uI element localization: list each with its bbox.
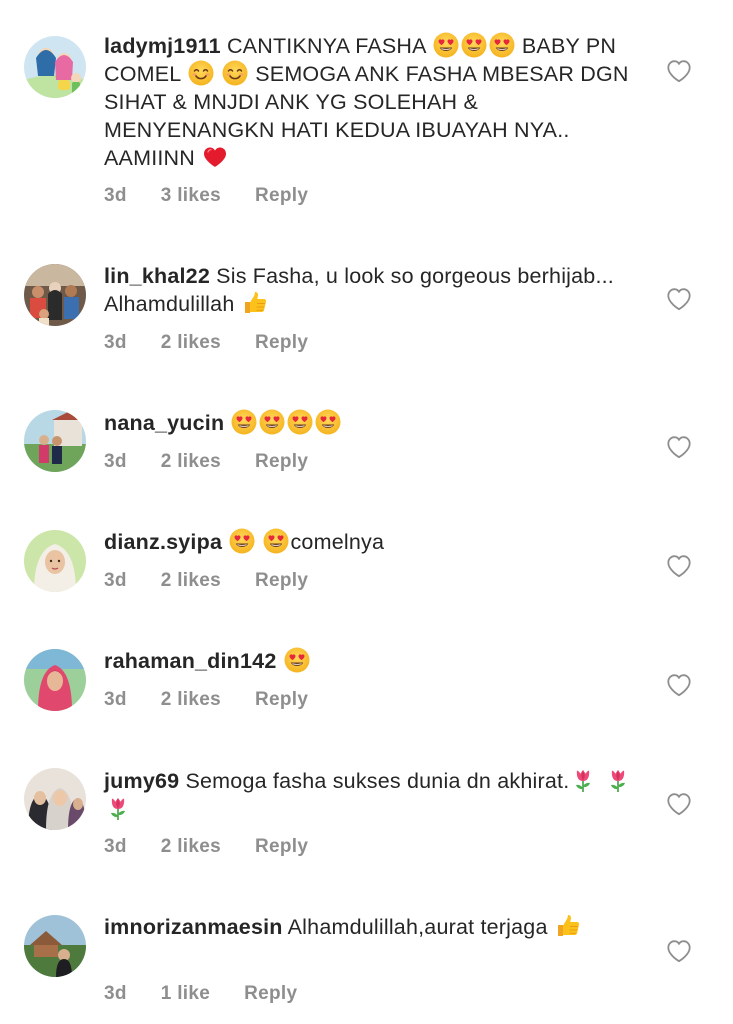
thumbs-up-emoji — [555, 913, 581, 939]
heart-eyes-emoji — [461, 32, 487, 58]
reply-button[interactable]: Reply — [244, 983, 297, 1005]
comment-text: lin_khal22 Sis Fasha, u look so gorgeous… — [104, 262, 634, 318]
comment-username[interactable]: ladymj1911 — [104, 34, 221, 58]
comment-text: dianz.syipa comelnya — [104, 528, 634, 556]
tulip-emoji — [105, 795, 131, 821]
heart-eyes-emoji — [315, 409, 341, 435]
avatar[interactable] — [24, 410, 86, 472]
like-heart-icon[interactable] — [666, 673, 692, 697]
comment-meta: 3d 3 likes Reply — [104, 185, 342, 207]
reply-button[interactable]: Reply — [255, 836, 308, 858]
comment-text: ladymj1911 CANTIKNYA FASHA BABY PN COMEL… — [104, 32, 634, 172]
like-heart-icon[interactable] — [666, 59, 692, 83]
avatar[interactable] — [24, 530, 86, 592]
avatar[interactable] — [24, 264, 86, 326]
comment-body: CANTIKNYA FASHA — [226, 34, 426, 58]
comment-text: rahaman_din142 — [104, 647, 634, 675]
tulip-emoji — [570, 767, 596, 793]
comment-meta: 3d 2 likes Reply — [104, 836, 342, 858]
comment-meta: 3d 1 like Reply — [104, 983, 331, 1005]
heart-eyes-emoji — [489, 32, 515, 58]
comment-time: 3d — [104, 570, 127, 591]
comment-likes[interactable]: 1 like — [161, 983, 210, 1005]
comment-body: Alhamdulillah,aurat terjaga — [287, 915, 548, 939]
comment-username[interactable]: jumy69 — [104, 769, 179, 793]
comment-meta: 3d 2 likes Reply — [104, 570, 342, 592]
comment-meta: 3d 2 likes Reply — [104, 332, 342, 354]
heart-eyes-emoji — [231, 409, 257, 435]
comment-likes[interactable]: 2 likes — [161, 836, 221, 858]
comment-text: nana_yucin — [104, 409, 634, 437]
comment-time: 3d — [104, 332, 127, 353]
comment-likes[interactable]: 2 likes — [161, 451, 221, 473]
comment-time: 3d — [104, 185, 127, 206]
avatar[interactable] — [24, 36, 86, 98]
like-heart-icon[interactable] — [666, 554, 692, 578]
heart-eyes-emoji — [284, 647, 310, 673]
comment-time: 3d — [104, 836, 127, 857]
like-heart-icon[interactable] — [666, 792, 692, 816]
comment-time: 3d — [104, 983, 127, 1004]
comment-meta: 3d 2 likes Reply — [104, 451, 342, 473]
heart-eyes-emoji — [259, 409, 285, 435]
comment-time: 3d — [104, 451, 127, 472]
comment-username[interactable]: imnorizanmaesin — [104, 915, 283, 939]
comment-username[interactable]: nana_yucin — [104, 411, 224, 435]
reply-button[interactable]: Reply — [255, 689, 308, 711]
comment-meta: 3d 2 likes Reply — [104, 689, 342, 711]
like-heart-icon[interactable] — [666, 435, 692, 459]
heart-eyes-emoji — [263, 528, 289, 554]
comment-body: SEMOGA ANK FASHA MBESAR DGN SIHAT & MNJD… — [104, 62, 629, 170]
comment-likes[interactable]: 3 likes — [161, 185, 221, 207]
comment-likes[interactable]: 2 likes — [161, 689, 221, 711]
comment-username[interactable]: lin_khal22 — [104, 264, 210, 288]
reply-button[interactable]: Reply — [255, 332, 308, 354]
heart-eyes-emoji — [229, 528, 255, 554]
avatar[interactable] — [24, 768, 86, 830]
smiling-face-emoji — [188, 60, 214, 86]
comment-likes[interactable]: 2 likes — [161, 570, 221, 592]
comment-username[interactable]: dianz.syipa — [104, 530, 222, 554]
avatar[interactable] — [24, 915, 86, 977]
reply-button[interactable]: Reply — [255, 185, 308, 207]
avatar[interactable] — [24, 649, 86, 711]
red-heart-emoji — [202, 144, 228, 170]
comment-time: 3d — [104, 689, 127, 710]
thumbs-up-emoji — [242, 290, 268, 316]
like-heart-icon[interactable] — [666, 939, 692, 963]
heart-eyes-emoji — [287, 409, 313, 435]
heart-eyes-emoji — [433, 32, 459, 58]
smiling-face-emoji — [222, 60, 248, 86]
comment-body: comelnya — [290, 530, 385, 554]
reply-button[interactable]: Reply — [255, 451, 308, 473]
comment-body: Semoga fasha sukses dunia dn akhirat. — [185, 769, 570, 793]
comment-username[interactable]: rahaman_din142 — [104, 649, 277, 673]
comment-text: jumy69 Semoga fasha sukses dunia dn akhi… — [104, 767, 634, 823]
comment-text: imnorizanmaesin Alhamdulillah,aurat terj… — [104, 913, 634, 941]
comment-likes[interactable]: 2 likes — [161, 332, 221, 354]
tulip-emoji — [605, 767, 631, 793]
reply-button[interactable]: Reply — [255, 570, 308, 592]
like-heart-icon[interactable] — [666, 287, 692, 311]
